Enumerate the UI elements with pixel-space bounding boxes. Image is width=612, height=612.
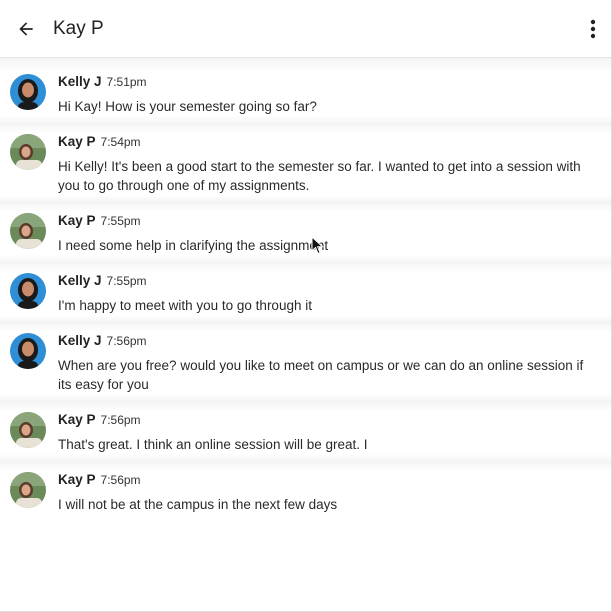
- message-item[interactable]: Kay P 7:55pm I need some help in clarifyin…: [0, 213, 611, 255]
- sender-name: Kelly J: [58, 273, 102, 288]
- message-body: Kelly J 7:56pm When are you free? would yo…: [58, 333, 599, 394]
- message-text: I will not be at the campus in the next …: [58, 497, 338, 512]
- back-button[interactable]: [14, 17, 38, 41]
- sender-name: Kelly J: [58, 74, 102, 89]
- sender-name: Kay P: [58, 134, 96, 149]
- message-separator: [0, 255, 611, 273]
- message-separator: [0, 195, 611, 213]
- message-item[interactable]: Kay P 7:54pm Hi Kelly! It's been a good st…: [0, 134, 611, 195]
- message-separator: [0, 116, 611, 134]
- header-divider: [0, 58, 611, 74]
- message-text: Hi Kelly! It's been a good start to the …: [58, 159, 581, 193]
- avatar[interactable]: [10, 412, 46, 448]
- message-text: When are you free? would you like to mee…: [58, 358, 584, 392]
- message-timestamp: 7:56pm: [100, 413, 141, 427]
- message-item[interactable]: Kelly J 7:56pm When are you free? would yo…: [0, 333, 611, 394]
- message-item[interactable]: Kelly J 7:55pm I'm happy to meet with you …: [0, 273, 611, 315]
- app-bar: Kay P: [0, 0, 611, 58]
- message-body: Kay P 7:55pm I need some help in clarifyin…: [58, 213, 599, 255]
- avatar[interactable]: [10, 74, 46, 110]
- avatar[interactable]: [10, 273, 46, 309]
- message-separator: [0, 315, 611, 333]
- avatar[interactable]: [10, 472, 46, 508]
- message-text: I need some help in clarifying the assig…: [58, 238, 329, 253]
- message-body: Kay P 7:56pm That's great. I think an onli…: [58, 412, 599, 454]
- message-text: Hi Kay! How is your semester going so fa…: [58, 99, 317, 114]
- message-meta: Kay P 7:56pm: [58, 412, 599, 427]
- avatar[interactable]: [10, 333, 46, 369]
- message-meta: Kelly J 7:51pm: [58, 74, 599, 89]
- message-timestamp: 7:55pm: [100, 214, 141, 228]
- message-timestamp: 7:54pm: [100, 135, 141, 149]
- message-timestamp: 7:55pm: [106, 274, 147, 288]
- avatar[interactable]: [10, 213, 46, 249]
- message-item[interactable]: Kay P 7:56pm That's great. I think an onli…: [0, 412, 611, 454]
- message-meta: Kay P 7:56pm: [58, 472, 599, 487]
- message-meta: Kay P 7:55pm: [58, 213, 599, 228]
- message-timestamp: 7:56pm: [106, 334, 147, 348]
- message-meta: Kelly J 7:56pm: [58, 333, 599, 348]
- message-separator: [0, 394, 611, 412]
- message-body: Kelly J 7:51pm Hi Kay! How is your semeste…: [58, 74, 599, 116]
- message-meta: Kay P 7:54pm: [58, 134, 599, 149]
- more-vertical-icon: [590, 19, 596, 39]
- avatar[interactable]: [10, 134, 46, 170]
- message-separator: [0, 454, 611, 472]
- sender-name: Kay P: [58, 412, 96, 427]
- message-timestamp: 7:51pm: [106, 75, 147, 89]
- message-meta: Kelly J 7:55pm: [58, 273, 599, 288]
- message-timestamp: 7:56pm: [100, 473, 141, 487]
- message-body: Kay P 7:54pm Hi Kelly! It's been a good st…: [58, 134, 599, 195]
- sender-name: Kay P: [58, 213, 96, 228]
- sender-name: Kay P: [58, 472, 96, 487]
- message-text: That's great. I think an online session …: [58, 437, 368, 452]
- message-body: Kay P 7:56pm I will not be at the campus i…: [58, 472, 599, 514]
- message-text: I'm happy to meet with you to go through…: [58, 298, 312, 313]
- chat-window: Kay P Kelly J 7:51pm Hi Kay! How is your s…: [0, 0, 612, 612]
- arrow-left-icon: [19, 21, 33, 36]
- message-list: Kelly J 7:51pm Hi Kay! How is your semeste…: [0, 74, 611, 514]
- message-item[interactable]: Kay P 7:56pm I will not be at the campus i…: [0, 472, 611, 514]
- message-item[interactable]: Kelly J 7:51pm Hi Kay! How is your semeste…: [0, 74, 611, 116]
- more-options-button[interactable]: [587, 17, 599, 41]
- message-body: Kelly J 7:55pm I'm happy to meet with you …: [58, 273, 599, 315]
- sender-name: Kelly J: [58, 333, 102, 348]
- conversation-title: Kay P: [53, 17, 104, 39]
